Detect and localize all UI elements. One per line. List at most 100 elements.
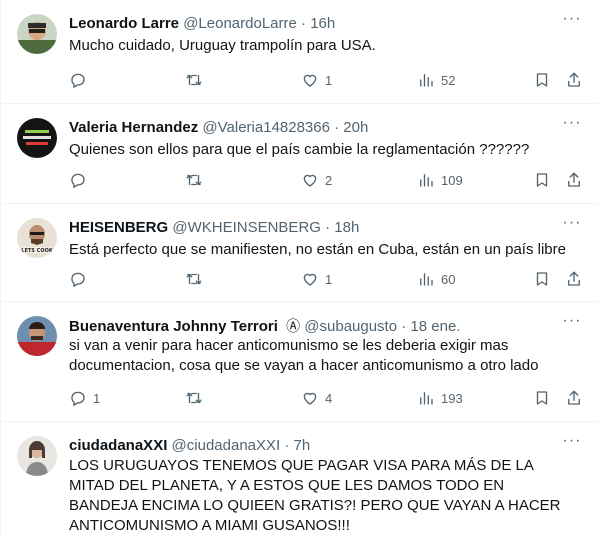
like-button[interactable]: 4 — [301, 386, 332, 410]
reply-button[interactable] — [69, 168, 93, 192]
like-count: 1 — [325, 72, 333, 88]
bookmark-icon — [536, 73, 548, 87]
user-handle[interactable]: @Valeria14828366 — [202, 119, 330, 136]
user-handle[interactable]: @WKHEINSENBERG — [172, 219, 321, 236]
display-name[interactable]: HEISENBERG — [69, 219, 168, 236]
tweet-header: Valeria Hernandez @Valeria14828366 · 20h — [69, 118, 560, 138]
retweet-icon — [186, 174, 202, 186]
reply-button[interactable] — [69, 267, 93, 291]
bookmark-button[interactable] — [533, 168, 551, 192]
more-options-icon[interactable]: ··· — [562, 313, 582, 334]
more-options-icon[interactable]: ··· — [562, 115, 582, 136]
tweet-actions: 2 109 — [61, 168, 599, 192]
separator: · — [334, 119, 340, 136]
bookmark-button[interactable] — [533, 386, 551, 410]
tweet[interactable]: Leonardo Larre @LeonardoLarre · 16h ··· … — [1, 0, 599, 104]
views-chart-icon — [420, 273, 433, 286]
reply-button[interactable]: 1 — [69, 386, 100, 410]
avatar[interactable] — [17, 316, 57, 356]
view-count: 193 — [441, 390, 463, 406]
separator: · — [401, 318, 407, 335]
share-button[interactable] — [565, 168, 583, 192]
views-chart-icon — [420, 74, 433, 87]
bookmark-button[interactable] — [533, 68, 551, 92]
tweet[interactable]: LETS COOK HEISENBERG @WKHEINSENBERG · 18… — [1, 204, 599, 302]
tweet-actions: 1 60 — [61, 267, 599, 291]
share-button[interactable] — [565, 267, 583, 291]
user-handle[interactable]: @subaugusto — [304, 318, 397, 335]
views-button[interactable]: 109 — [417, 168, 463, 192]
avatar[interactable]: LETS COOK — [17, 218, 57, 258]
display-name[interactable]: Valeria Hernandez — [69, 119, 198, 136]
avatar-image — [17, 436, 57, 476]
timestamp[interactable]: 18h — [334, 219, 359, 236]
views-button[interactable]: 60 — [417, 267, 455, 291]
retweet-button[interactable] — [185, 68, 209, 92]
tweet[interactable]: Valeria Hernandez @Valeria14828366 · 20h… — [1, 104, 599, 204]
retweet-icon — [186, 74, 202, 86]
separator: · — [325, 219, 331, 236]
views-button[interactable]: 193 — [417, 386, 463, 410]
like-button[interactable]: 1 — [301, 267, 332, 291]
view-count: 109 — [441, 172, 463, 188]
like-button[interactable]: 1 — [301, 68, 332, 92]
views-chart-icon — [420, 392, 433, 405]
bookmark-icon — [536, 272, 548, 286]
bookmark-icon — [536, 391, 548, 405]
share-button[interactable] — [565, 68, 583, 92]
timestamp[interactable]: 16h — [310, 15, 335, 32]
views-chart-icon — [420, 174, 433, 187]
reply-icon — [71, 73, 85, 88]
tweet-actions: 1 52 — [61, 68, 599, 92]
tweet-header: Buenaventura Johnny Terrori Ⓐ @subaugust… — [69, 316, 560, 336]
tweet-header: Leonardo Larre @LeonardoLarre · 16h — [69, 14, 560, 34]
retweet-button[interactable] — [185, 168, 209, 192]
tweet-header: ciudadanaXXI @ciudadanaXXI · 7h — [69, 436, 560, 456]
more-options-icon[interactable]: ··· — [562, 215, 582, 236]
tweet-text: Está perfecto que se manifiesten, no est… — [69, 241, 566, 258]
tweet-text: Quienes son ellos para que el país cambi… — [69, 141, 530, 158]
timestamp[interactable]: 20h — [343, 119, 368, 136]
more-options-icon[interactable]: ··· — [562, 11, 582, 32]
like-count: 2 — [325, 172, 333, 188]
views-button[interactable]: 52 — [417, 68, 455, 92]
reply-icon — [71, 391, 85, 406]
heart-icon — [303, 74, 317, 87]
like-button[interactable]: 2 — [301, 168, 332, 192]
avatar-caption: LETS COOK — [21, 248, 54, 254]
reply-count: 1 — [93, 390, 101, 406]
share-icon — [568, 390, 580, 405]
display-name[interactable]: Leonardo Larre — [69, 15, 179, 32]
tweet-header: HEISENBERG @WKHEINSENBERG · 18h — [69, 218, 560, 238]
avatar-image — [17, 118, 57, 158]
heart-icon — [303, 273, 317, 286]
user-handle[interactable]: @ciudadanaXXI — [172, 437, 281, 454]
avatar[interactable] — [17, 14, 57, 54]
heart-icon — [303, 392, 317, 405]
retweet-button[interactable] — [185, 267, 209, 291]
avatar-image — [17, 14, 57, 54]
avatar-image — [17, 316, 57, 356]
reply-feed: Leonardo Larre @LeonardoLarre · 16h ··· … — [0, 0, 599, 538]
share-button[interactable] — [565, 386, 583, 410]
like-count: 4 — [325, 390, 333, 406]
retweet-icon — [186, 392, 202, 404]
share-icon — [568, 72, 580, 87]
display-name[interactable]: Buenaventura Johnny Terrori — [69, 318, 278, 335]
view-count: 60 — [441, 271, 456, 287]
timestamp[interactable]: 18 ene. — [410, 318, 460, 335]
avatar[interactable] — [17, 436, 57, 476]
tweet[interactable]: Buenaventura Johnny Terrori Ⓐ @subaugust… — [1, 302, 599, 422]
bookmark-button[interactable] — [533, 267, 551, 291]
tweet-actions: 1 4 193 — [61, 386, 599, 410]
more-options-icon[interactable]: ··· — [562, 433, 582, 454]
display-name[interactable]: ciudadanaXXI — [69, 437, 167, 454]
reply-button[interactable] — [69, 68, 93, 92]
bookmark-icon — [536, 173, 548, 187]
retweet-button[interactable] — [185, 386, 209, 410]
timestamp[interactable]: 7h — [294, 437, 311, 454]
tweet[interactable]: ciudadanaXXI @ciudadanaXXI · 7h ··· LOS … — [1, 422, 599, 538]
avatar[interactable] — [17, 118, 57, 158]
share-icon — [568, 271, 580, 286]
user-handle[interactable]: @LeonardoLarre — [183, 15, 297, 32]
